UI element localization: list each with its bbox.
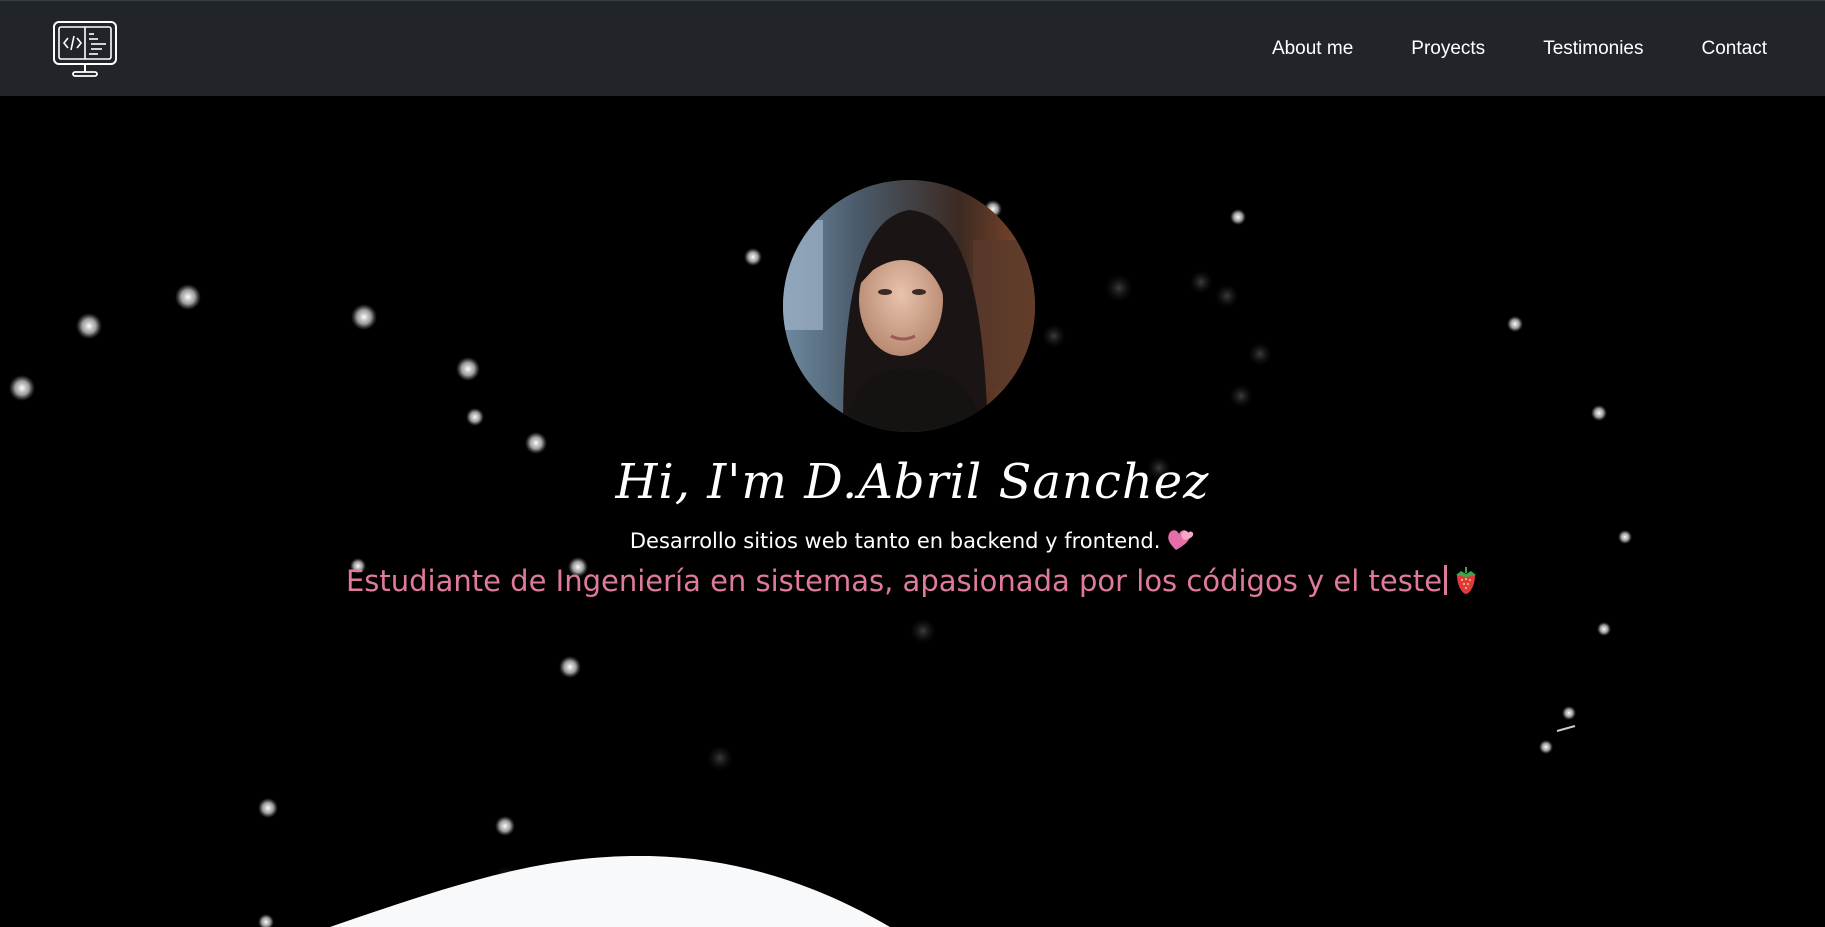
nav-link-about-me[interactable]: About me — [1243, 38, 1382, 60]
nav-link-contact[interactable]: Contact — [1673, 38, 1767, 60]
nav-link-testimonies[interactable]: Testimonies — [1514, 38, 1672, 60]
hero-subline: Desarrollo sitios web tanto en backend y… — [0, 526, 1825, 553]
nav-link-proyects[interactable]: Proyects — [1382, 38, 1514, 60]
hero-tagline-text: Estudiante de Ingeniería en sistemas, ap… — [345, 564, 1443, 598]
hero-section: Hi, I'm D.Abril Sanchez Desarrollo sitio… — [0, 96, 1825, 927]
hero-subline-text: Desarrollo sitios web tanto en backend y… — [629, 529, 1161, 553]
hearts-emoji — [1168, 530, 1194, 550]
hero-wave-divider — [330, 856, 890, 927]
hero-headline: Hi, I'm D.Abril Sanchez — [615, 454, 1210, 510]
monitor-code-icon[interactable] — [52, 19, 118, 79]
profile-photo — [783, 180, 1035, 432]
nav-links: About me Proyects Testimonies Contact — [1243, 38, 1767, 60]
navbar: About me Proyects Testimonies Contact — [0, 0, 1825, 96]
typing-cursor — [1444, 565, 1448, 595]
hero-tagline: Estudiante de Ingeniería en sistemas, ap… — [0, 564, 1825, 598]
strawberry-emoji — [1456, 567, 1477, 594]
